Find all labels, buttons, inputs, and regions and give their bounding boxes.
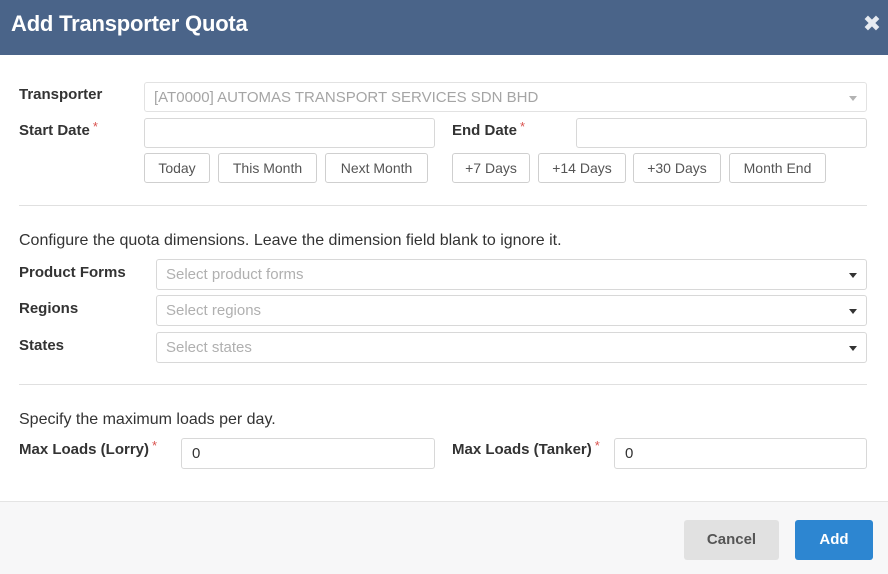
- states-placeholder: Select states: [166, 339, 252, 356]
- add-button[interactable]: Add: [795, 520, 873, 560]
- dialog-title: Add Transporter Quota: [11, 11, 248, 36]
- transporter-select: [AT0000] AUTOMAS TRANSPORT SERVICES SDN …: [144, 82, 867, 112]
- dimensions-note: Configure the quota dimensions. Leave th…: [19, 232, 562, 249]
- chevron-down-icon: [849, 96, 857, 101]
- next-month-button[interactable]: Next Month: [325, 153, 428, 183]
- transporter-value: [AT0000] AUTOMAS TRANSPORT SERVICES SDN …: [154, 89, 539, 106]
- product-forms-placeholder: Select product forms: [166, 266, 304, 283]
- dialog-header: Add Transporter Quota ✖: [0, 0, 888, 55]
- divider: [19, 205, 867, 206]
- plus-30-days-button[interactable]: +30 Days: [633, 153, 721, 183]
- required-marker: *: [92, 119, 98, 134]
- today-button[interactable]: Today: [144, 153, 210, 183]
- end-date-input[interactable]: [576, 118, 867, 148]
- required-marker: *: [594, 438, 600, 453]
- product-forms-label: Product Forms: [19, 264, 126, 281]
- divider: [19, 384, 867, 385]
- chevron-down-icon: [849, 273, 857, 278]
- chevron-down-icon: [849, 346, 857, 351]
- regions-label: Regions: [19, 300, 79, 317]
- max-loads-lorry-label: Max Loads (Lorry) *: [19, 438, 158, 458]
- max-loads-tanker-input[interactable]: [614, 438, 867, 469]
- start-date-label: Start Date *: [19, 119, 98, 139]
- plus-14-days-button[interactable]: +14 Days: [538, 153, 626, 183]
- required-marker: *: [520, 119, 526, 134]
- month-end-button[interactable]: Month End: [729, 153, 826, 183]
- max-loads-lorry-input[interactable]: [181, 438, 435, 469]
- close-icon[interactable]: ✖: [860, 10, 884, 38]
- max-loads-tanker-label: Max Loads (Tanker) *: [452, 438, 600, 458]
- states-label: States: [19, 337, 65, 354]
- product-forms-select[interactable]: Select product forms: [156, 259, 867, 290]
- chevron-down-icon: [849, 309, 857, 314]
- plus-7-days-button[interactable]: +7 Days: [452, 153, 530, 183]
- states-select[interactable]: Select states: [156, 332, 867, 363]
- dialog-footer: Cancel Add: [0, 501, 888, 574]
- regions-select[interactable]: Select regions: [156, 295, 867, 326]
- cancel-button[interactable]: Cancel: [684, 520, 779, 560]
- regions-placeholder: Select regions: [166, 302, 262, 319]
- start-date-input[interactable]: [144, 118, 435, 148]
- this-month-button[interactable]: This Month: [218, 153, 317, 183]
- transporter-label: Transporter: [19, 86, 103, 103]
- loads-note: Specify the maximum loads per day.: [19, 411, 276, 428]
- required-marker: *: [152, 438, 158, 453]
- end-date-label: End Date *: [452, 119, 526, 139]
